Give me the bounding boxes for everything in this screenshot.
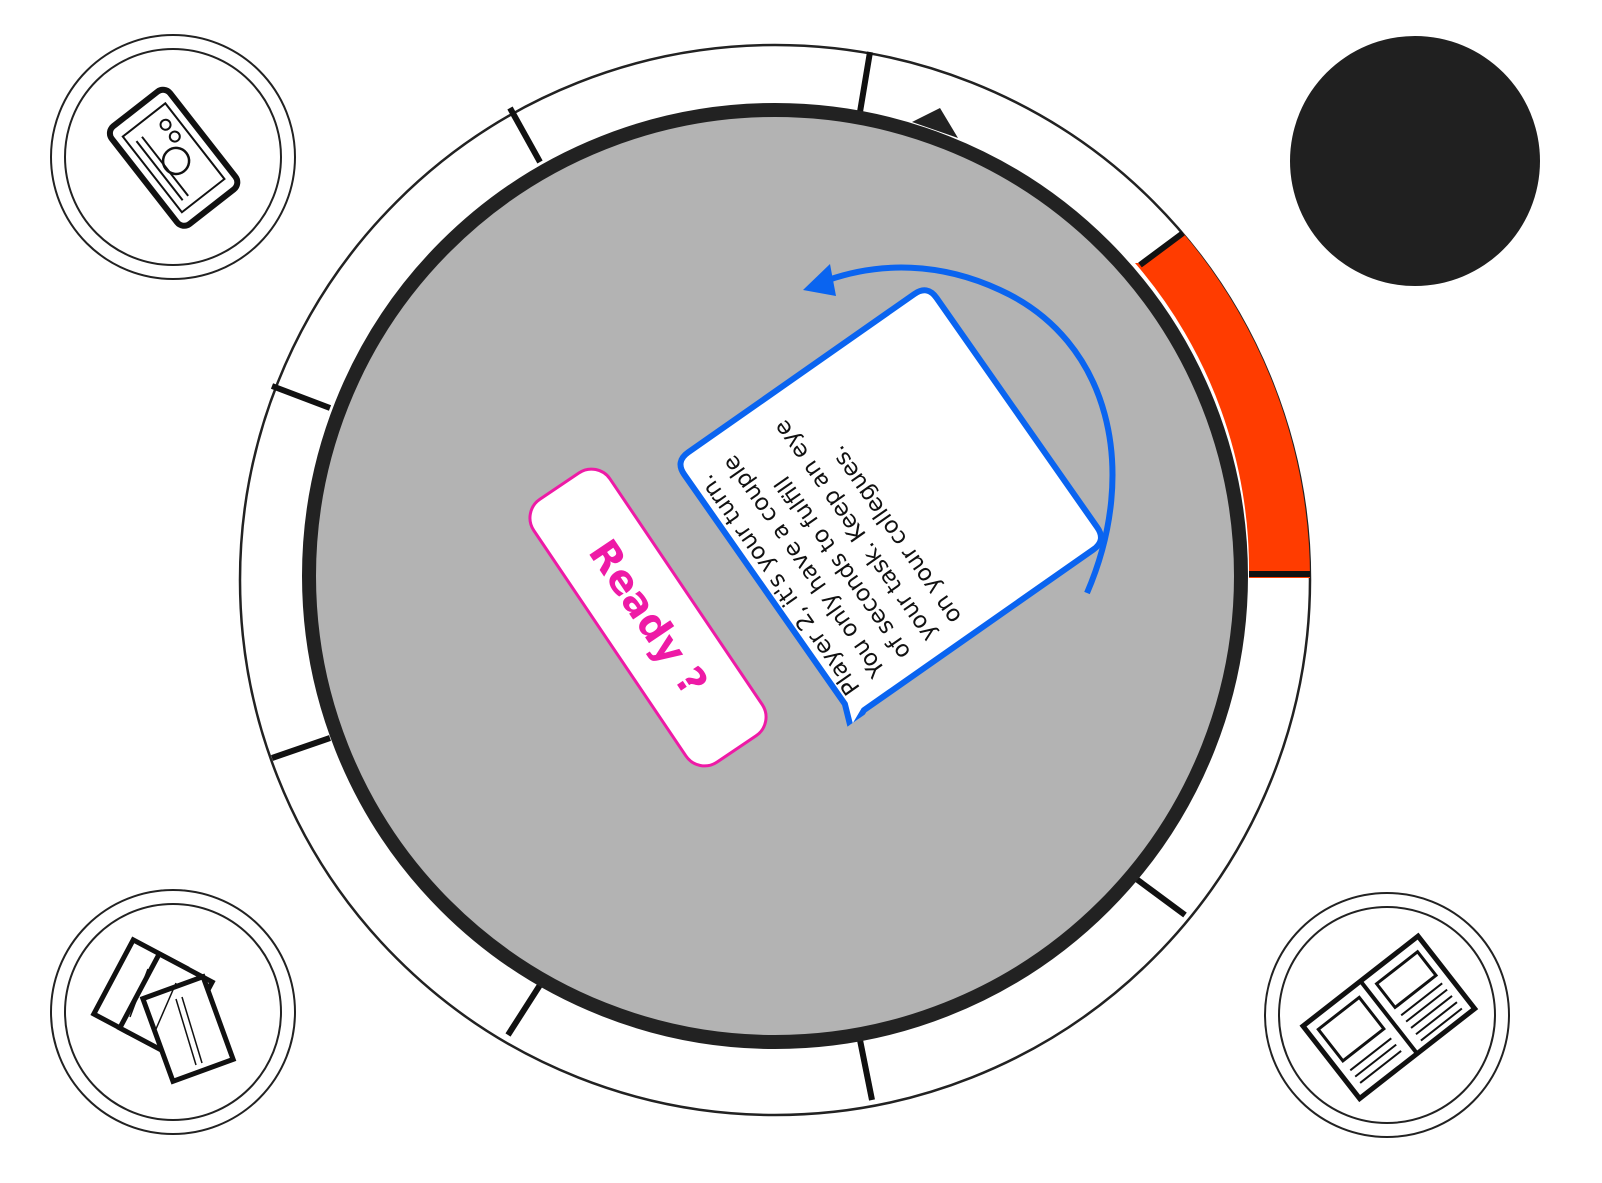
- corner-newspaper[interactable]: [1262, 890, 1512, 1140]
- corner-smartphone[interactable]: [48, 32, 298, 282]
- corner-cards[interactable]: [48, 887, 298, 1137]
- cards-icon: [50, 889, 296, 1135]
- player-token[interactable]: [1290, 36, 1540, 286]
- newspaper-icon: [1264, 892, 1510, 1138]
- smartphone-icon: [50, 34, 296, 280]
